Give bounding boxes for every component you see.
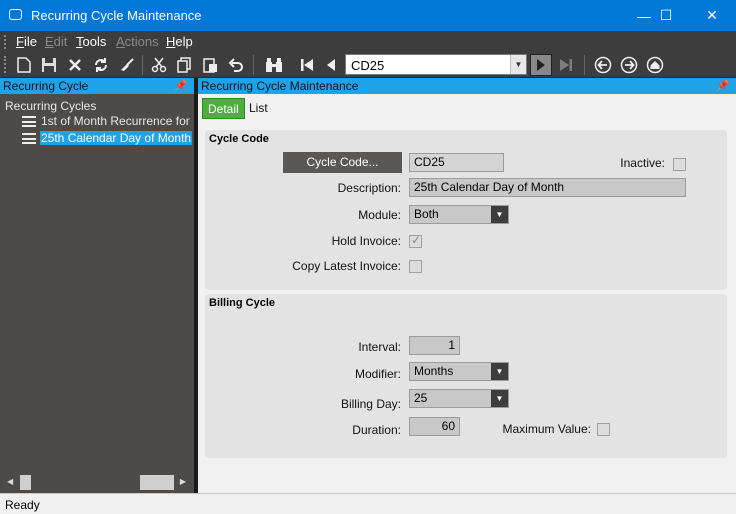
copy-latest-invoice-checkbox[interactable] <box>409 260 422 273</box>
toolbar-separator <box>584 55 585 75</box>
duration-field[interactable]: 60 <box>409 417 460 436</box>
maximize-button[interactable]: ☐ <box>643 0 689 31</box>
billing-day-select[interactable]: 25 ▼ <box>409 389 509 408</box>
hold-invoice-label: Hold Invoice: <box>331 234 401 248</box>
detail-pane: Recurring Cycle Maintenance 📌 Detail Lis… <box>198 78 736 493</box>
list-icon <box>22 133 36 144</box>
group-title: Cycle Code <box>209 133 269 145</box>
toolbar-grip <box>4 56 8 73</box>
window-title: Recurring Cycle Maintenance <box>31 8 202 23</box>
detail-pane-title: Recurring Cycle Maintenance <box>201 79 359 93</box>
paste-icon[interactable] <box>199 54 221 76</box>
modifier-select[interactable]: Months ▼ <box>409 362 509 381</box>
close-button[interactable]: ✕ <box>689 0 735 31</box>
cycle-code-button[interactable]: Cycle Code... <box>283 152 402 173</box>
tree-pane-title: Recurring Cycle <box>3 79 89 93</box>
first-record-icon[interactable] <box>296 54 318 76</box>
chevron-down-icon[interactable]: ▼ <box>491 206 508 223</box>
next-record-icon[interactable] <box>530 54 552 76</box>
scrollbar-thumb[interactable] <box>140 475 174 490</box>
app-icon <box>9 9 22 20</box>
interval-label: Interval: <box>358 340 401 354</box>
scroll-right-icon[interactable]: ▶ <box>180 477 186 486</box>
module-value: Both <box>414 207 439 221</box>
previous-record-icon[interactable] <box>320 54 342 76</box>
toolbar: CD25 ▼ <box>0 51 736 78</box>
detail-pane-header: Recurring Cycle Maintenance 📌 <box>198 78 736 94</box>
status-bar: Ready <box>0 493 736 514</box>
hold-invoice-checkbox[interactable] <box>409 233 422 248</box>
modifier-value: Months <box>414 364 454 378</box>
cycle-code-group: Cycle Code Cycle Code... CD25 Inactive: … <box>205 130 727 290</box>
forward-icon[interactable] <box>618 54 640 76</box>
save-icon[interactable] <box>38 54 60 76</box>
billing-day-label: Billing Day: <box>340 397 401 411</box>
title-bar: Recurring Cycle Maintenance — ☐ ✕ <box>0 0 736 31</box>
new-icon[interactable] <box>13 54 35 76</box>
module-select[interactable]: Both ▼ <box>409 205 509 224</box>
inactive-checkbox[interactable] <box>673 158 686 171</box>
scroll-left-icon[interactable]: ◀ <box>7 477 13 486</box>
copy-icon[interactable] <box>173 54 195 76</box>
pin-icon[interactable]: 📌 <box>716 78 730 94</box>
menu-grip <box>4 35 8 49</box>
inactive-label: Inactive: <box>620 156 665 170</box>
cut-icon[interactable] <box>148 54 170 76</box>
maximum-value-label: Maximum Value: <box>502 422 591 436</box>
search-icon[interactable] <box>263 54 285 76</box>
tree-root[interactable]: Recurring Cycles <box>5 99 96 113</box>
tree-pane-header: Recurring Cycle 📌 <box>0 78 194 94</box>
chevron-down-icon[interactable]: ▼ <box>491 363 508 380</box>
scrollbar-segment[interactable] <box>20 475 31 490</box>
last-record-icon[interactable] <box>555 54 577 76</box>
toolbar-separator <box>253 55 254 75</box>
tree-pane: Recurring Cycle 📌 Recurring Cycles 1st o… <box>0 78 194 493</box>
module-label: Module: <box>358 208 401 222</box>
duration-label: Duration: <box>352 423 401 437</box>
copy-latest-invoice-label: Copy Latest Invoice: <box>292 259 401 273</box>
menu-tools[interactable]: Tools <box>76 34 106 49</box>
chevron-down-icon[interactable]: ▼ <box>491 390 508 407</box>
billing-day-value: 25 <box>414 391 428 405</box>
undo-icon[interactable] <box>225 54 247 76</box>
menu-file[interactable]: File <box>16 34 37 49</box>
tab-detail[interactable]: Detail <box>202 98 245 119</box>
tree-item-label: 1st of Month Recurrence for <box>41 114 190 128</box>
tab-list[interactable]: List <box>244 98 273 119</box>
maximum-value-checkbox[interactable] <box>597 423 610 436</box>
menu-help[interactable]: Help <box>166 34 193 49</box>
pin-icon[interactable]: 📌 <box>174 78 188 94</box>
menu-edit[interactable]: Edit <box>45 34 67 49</box>
clear-icon[interactable] <box>116 54 138 76</box>
billing-cycle-group: Billing Cycle Interval: 1 Modifier: Mont… <box>205 294 727 458</box>
chevron-down-icon[interactable]: ▼ <box>510 55 526 74</box>
record-selector-value: CD25 <box>351 58 385 73</box>
back-icon[interactable] <box>592 54 614 76</box>
group-title: Billing Cycle <box>209 297 276 309</box>
menu-actions[interactable]: Actions <box>116 34 159 49</box>
interval-field[interactable]: 1 <box>409 336 460 355</box>
list-icon <box>22 116 36 127</box>
tab-strip: Detail List <box>198 94 736 120</box>
horizontal-scrollbar[interactable]: ◀ ▶ <box>4 474 189 491</box>
description-label: Description: <box>337 181 401 195</box>
record-selector[interactable]: CD25 ▼ <box>345 54 527 75</box>
menu-bar: File Edit Tools Actions Help <box>0 31 736 51</box>
toolbar-separator <box>142 55 143 75</box>
tree-item-label: 25th Calendar Day of Month <box>40 131 193 145</box>
refresh-icon[interactable] <box>90 54 112 76</box>
cycle-code-field[interactable]: CD25 <box>409 153 504 172</box>
status-text: Ready <box>5 498 40 512</box>
home-icon[interactable] <box>644 54 666 76</box>
modifier-label: Modifier: <box>354 367 401 381</box>
description-field[interactable]: 25th Calendar Day of Month <box>409 178 686 197</box>
delete-icon[interactable] <box>64 54 86 76</box>
